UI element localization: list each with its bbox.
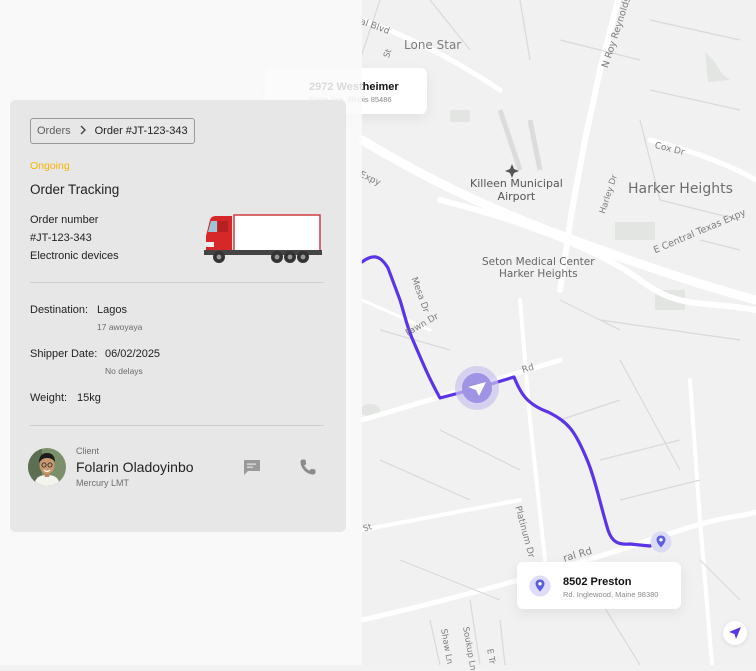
shipper-date-value: 06/02/2025 [105,348,161,360]
destination-subtext: 17 awoyaya [97,322,143,332]
navigation-arrow-icon [729,627,741,639]
order-number-value: #JT-123-343 [30,232,92,244]
shipper-date-label: Shipper Date: [30,348,98,360]
weight-label: Weight: [30,392,68,404]
client-caption: Client [76,446,100,456]
map-label-harker-heights: Harker Heights [628,181,733,197]
weight-value: 15kg [77,392,101,404]
message-button[interactable] [242,457,262,477]
divider [30,282,324,283]
map-label-lone-star: Lone Star [404,38,462,52]
order-category: Electronic devices [30,250,119,262]
breadcrumb-orders-link[interactable]: Orders [37,125,71,137]
breadcrumb: Orders Order #JT-123-343 [30,118,195,144]
map-label-killeen-airport: Killeen Municipal Airport [470,177,563,203]
order-tracking-panel: Orders Order #JT-123-343 Ongoing Order T… [10,100,346,532]
phone-icon [300,459,316,475]
avatar[interactable] [28,448,66,486]
breadcrumb-current: Order #JT-123-343 [94,125,188,137]
truck-illustration [204,212,322,271]
locate-me-button[interactable] [723,621,747,645]
destination-address-title: 8502 Preston [563,576,632,588]
destination-address-card[interactable]: 8502 Preston Rd. Inglewood, Maine 98380 [517,562,681,609]
client-organization: Mercury LMT [76,478,130,488]
destination-value: Lagos [97,304,127,316]
status-badge: Ongoing [30,160,70,172]
chevron-right-icon [79,124,87,138]
destination-address-subtitle: Rd. Inglewood, Maine 98380 [563,590,659,599]
destination-label: Destination: [30,304,89,316]
map-label-seton-medical: Seton Medical Center Harker Heights [482,256,595,280]
location-pin-icon [529,575,551,597]
call-button[interactable] [298,457,318,477]
page-title: Order Tracking [30,182,120,197]
client-name: Folarin Oladoyinbo [76,459,194,475]
shipper-date-subtext: No delays [105,366,143,376]
message-icon [244,460,260,475]
divider [30,425,324,426]
order-number-label: Order number [30,214,99,226]
vehicle-location-marker[interactable] [454,365,500,411]
destination-pin[interactable] [650,531,672,553]
